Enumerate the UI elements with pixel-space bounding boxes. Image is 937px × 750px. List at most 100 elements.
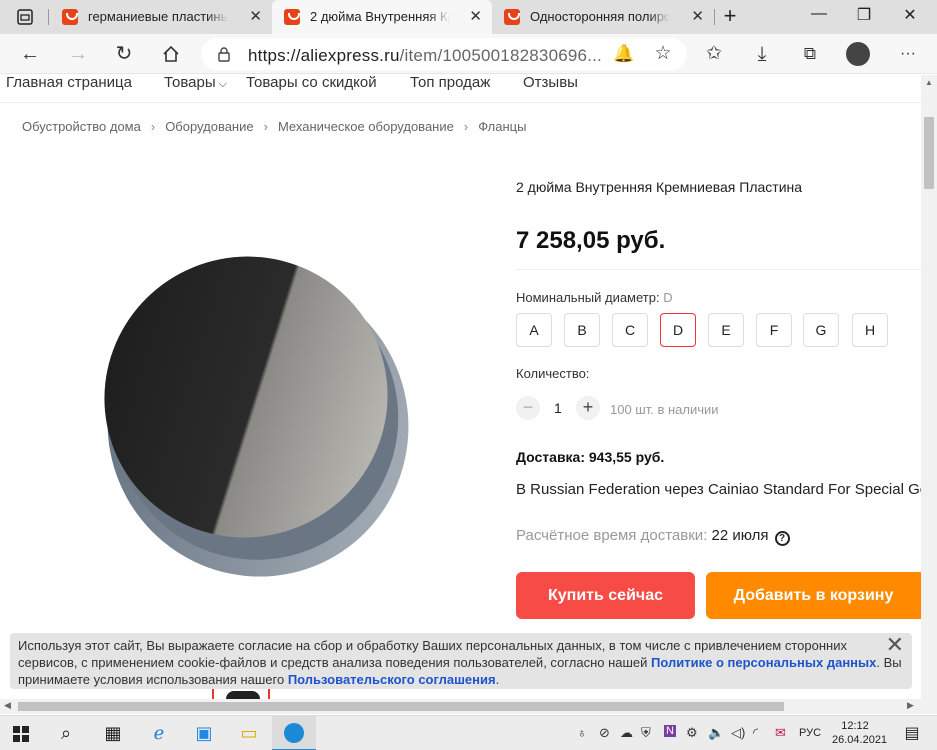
shipping-route[interactable]: В Russian Federation через Cainiao Stand…	[516, 481, 921, 498]
lock-icon[interactable]	[217, 46, 231, 62]
scroll-left-icon[interactable]: ◀	[4, 700, 11, 711]
tray-icon[interactable]: ☁	[620, 725, 633, 741]
edge-taskbar-button[interactable]	[272, 716, 316, 750]
mail-icon[interactable]: ✉	[775, 725, 786, 741]
tab-1[interactable]: германиевые пластины с ✕	[50, 0, 272, 34]
nav-discounts[interactable]: Товары со скидкой	[246, 75, 377, 91]
home-icon[interactable]	[161, 44, 181, 64]
new-tab-button[interactable]: +	[710, 3, 750, 29]
clock[interactable]: 12:12 26.04.2021	[832, 719, 887, 747]
tab-3[interactable]: Односторонняя полиров ✕	[492, 0, 714, 34]
breadcrumb-item[interactable]: Фланцы	[478, 119, 526, 134]
breadcrumb-item[interactable]: Механическое оборудование	[278, 119, 454, 134]
onenote-icon[interactable]: N	[664, 725, 676, 737]
back-icon[interactable]: ←	[18, 42, 42, 66]
nav-home[interactable]: Главная страница	[6, 75, 132, 91]
cookie-text-3: .	[495, 672, 500, 687]
notifications-icon[interactable]: ▤	[900, 723, 924, 743]
forward-icon[interactable]: →	[66, 42, 90, 66]
favorites-icon[interactable]: ✩	[702, 42, 726, 66]
tab-title: германиевые пластины с	[88, 9, 228, 24]
buy-now-button[interactable]: Купить сейчас	[516, 572, 695, 619]
vertical-scrollbar[interactable]: ▲	[921, 75, 937, 699]
search-icon[interactable]: ⌕	[54, 723, 78, 744]
product-price: 7 258,05 руб.	[516, 227, 666, 254]
scroll-up-icon[interactable]: ▲	[925, 78, 933, 87]
window-close-icon[interactable]: ✕	[890, 5, 930, 25]
quantity-minus-button[interactable]: −	[516, 396, 540, 420]
chevron-right-icon: ›	[463, 119, 469, 134]
delivery-eta: Расчётное время доставки: 22 июля?	[516, 527, 790, 546]
scrollbar-thumb[interactable]	[924, 117, 934, 189]
breadcrumb-item[interactable]: Обустройство дома	[22, 119, 141, 134]
close-icon[interactable]: ✕	[886, 634, 904, 656]
diameter-label: Номинальный диаметр: D	[516, 290, 673, 305]
tab-bar: германиевые пластины с ✕ 2 дюйма Внутрен…	[0, 0, 937, 34]
user-agreement-link[interactable]: Пользовательского соглашения	[288, 672, 496, 687]
collections-icon[interactable]: ⧉	[798, 42, 822, 66]
add-to-cart-button[interactable]: Добавить в корзину	[706, 572, 921, 619]
explorer-icon[interactable]: ▭	[237, 723, 261, 744]
option-c[interactable]: C	[612, 313, 648, 347]
breadcrumb-item[interactable]: Оборудование	[165, 119, 253, 134]
maximize-icon[interactable]: ❐	[844, 5, 884, 25]
nav-goods-label: Товары	[164, 75, 216, 91]
breadcrumb: Обустройство дома › Оборудование › Механичес…	[22, 119, 526, 134]
add-favorite-icon[interactable]: ☆	[651, 42, 675, 66]
help-icon[interactable]: ?	[774, 531, 790, 546]
nav-goods[interactable]: Товары ⌵	[164, 75, 227, 91]
product-title: 2 дюйма Внутренняя Кремниевая Пластина	[516, 179, 803, 195]
control-panel-icon[interactable]: ▣	[192, 723, 216, 744]
refresh-icon[interactable]: ↻	[112, 42, 136, 66]
shipping-price: Доставка: 943,55 руб.	[516, 449, 665, 465]
profile-avatar[interactable]	[846, 42, 870, 66]
calculator-icon[interactable]: ▦	[101, 723, 125, 744]
diameter-selected: D	[663, 290, 673, 305]
ie-icon[interactable]: ℯ	[147, 723, 171, 744]
horizontal-scrollbar[interactable]: ◀ ▶	[0, 699, 937, 714]
nav-top-sales[interactable]: Топ продаж	[410, 75, 490, 91]
option-d[interactable]: D	[660, 313, 696, 347]
volume-icon[interactable]: ◁)	[731, 725, 745, 741]
tray-icon[interactable]: ♁	[577, 725, 587, 740]
minimize-icon[interactable]: —	[799, 5, 839, 23]
close-tab-icon[interactable]: ✕	[469, 7, 482, 25]
close-tab-icon[interactable]: ✕	[691, 7, 704, 25]
aliexpress-icon	[62, 9, 78, 25]
tray-icon[interactable]: ⚙	[686, 725, 698, 741]
close-tab-icon[interactable]: ✕	[249, 7, 262, 25]
option-f[interactable]: F	[756, 313, 792, 347]
option-g[interactable]: G	[803, 313, 839, 347]
site-nav: Главная страница Товары ⌵ Товары со скидк…	[0, 75, 921, 103]
url-text: https://aliexpress.ru/item/1005001828306…	[248, 46, 602, 66]
quantity-value[interactable]: 1	[554, 400, 562, 416]
option-h[interactable]: H	[852, 313, 888, 347]
tray-icon[interactable]: ⛨	[641, 725, 651, 741]
product-image[interactable]	[96, 225, 416, 585]
tab-actions-icon[interactable]	[17, 9, 33, 25]
clock-time: 12:12	[841, 720, 869, 732]
url-path: /item/100500182830696...	[399, 46, 602, 65]
tray-icon[interactable]: ⊘	[599, 725, 610, 741]
option-b[interactable]: B	[564, 313, 600, 347]
tab-title: 2 дюйма Внутренняя Кре	[310, 9, 450, 24]
privacy-policy-link[interactable]: Политике о персональных данных	[651, 655, 876, 670]
scroll-right-icon[interactable]: ▶	[907, 700, 914, 711]
cookie-banner: Используя этот сайт, Вы выражаете соглас…	[10, 633, 912, 689]
scrollbar-thumb[interactable]	[18, 702, 784, 711]
more-menu-icon[interactable]: ···	[896, 42, 920, 66]
quantity-plus-button[interactable]: +	[576, 396, 600, 420]
language-indicator[interactable]: РУС	[799, 727, 821, 739]
option-a[interactable]: A	[516, 313, 552, 347]
download-icon[interactable]: ⤓	[750, 42, 774, 66]
windows-start-icon[interactable]	[13, 726, 29, 742]
speaker-icon[interactable]: 🔈	[708, 725, 724, 741]
chevron-right-icon: ›	[263, 119, 268, 134]
tab-2[interactable]: 2 дюйма Внутренняя Кре ✕	[272, 0, 492, 34]
option-e[interactable]: E	[708, 313, 744, 347]
aliexpress-icon	[284, 9, 300, 25]
network-icon[interactable]: ◜	[753, 725, 758, 741]
tracking-icon[interactable]: 🔔	[612, 42, 636, 66]
nav-reviews[interactable]: Отзывы	[523, 75, 578, 91]
stock-text: 100 шт. в наличии	[610, 402, 719, 417]
